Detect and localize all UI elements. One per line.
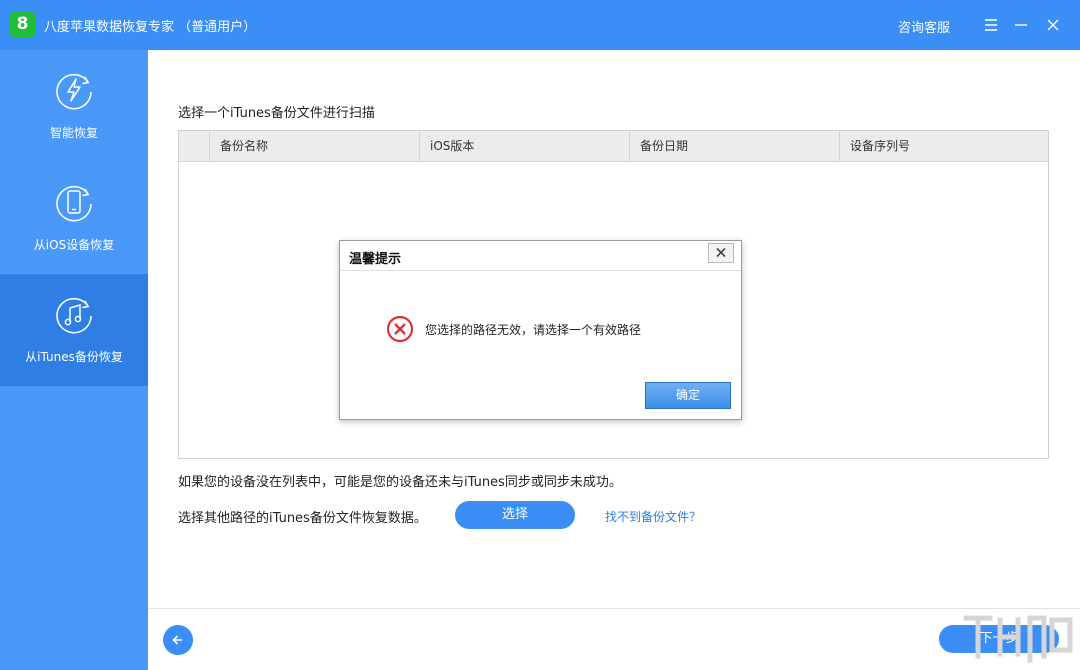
- error-icon: [386, 315, 414, 343]
- phone-refresh-icon: [56, 185, 92, 222]
- column-header-backup-date[interactable]: 备份日期: [629, 131, 839, 162]
- app-title: 八度苹果数据恢复专家 （普通用户）: [44, 20, 257, 35]
- dialog-title: 温馨提示: [349, 252, 402, 267]
- close-icon: [716, 247, 726, 258]
- arrow-left-icon: [172, 635, 182, 645]
- footer-divider: [148, 608, 1080, 609]
- column-header-backup-name[interactable]: 备份名称: [209, 131, 419, 162]
- cannot-find-backup-link[interactable]: 找不到备份文件？: [605, 508, 701, 525]
- column-header-ios-version[interactable]: iOS版本: [419, 131, 629, 162]
- sidebar-item-label: 从iOS设备恢复: [33, 238, 115, 252]
- menu-icon[interactable]: [978, 12, 1004, 38]
- title-bar: 8 八度苹果数据恢复专家 （普通用户） 咨询客服: [0, 0, 1080, 50]
- dialog-header: 温馨提示: [340, 241, 741, 271]
- back-button[interactable]: [163, 625, 193, 655]
- lightning-refresh-icon: [56, 73, 92, 110]
- sidebar: 智能恢复 从iOS设备恢复 从iTunes备份恢复: [0, 50, 148, 670]
- sidebar-item-itunes-backup[interactable]: 从iTunes备份恢复: [0, 274, 148, 386]
- customer-support-link[interactable]: 咨询客服: [898, 17, 950, 36]
- sidebar-item-label: 从iTunes备份恢复: [25, 350, 123, 364]
- sidebar-item-ios-device[interactable]: 从iOS设备恢复: [0, 162, 148, 274]
- column-header-device-serial[interactable]: 设备序列号: [839, 131, 1048, 162]
- table-header: 备份名称 iOS版本 备份日期 设备序列号: [179, 131, 1048, 162]
- table-header-checkbox-column: [179, 131, 209, 162]
- dialog-message: 您选择的路径无效，请选择一个有效路径: [425, 323, 642, 337]
- close-icon[interactable]: [1040, 12, 1066, 38]
- warning-dialog: 温馨提示 您选择的路径无效，请选择一个有效路径 确定: [339, 240, 742, 420]
- select-path-button[interactable]: 选择: [455, 501, 575, 529]
- section-title: 选择一个iTunes备份文件进行扫描: [178, 106, 375, 121]
- app-logo: 8: [10, 12, 35, 37]
- other-path-label: 选择其他路径的iTunes备份文件恢复数据。: [178, 511, 427, 526]
- sidebar-item-smart-recovery[interactable]: 智能恢复: [0, 50, 148, 162]
- dialog-close-button[interactable]: [708, 243, 734, 263]
- dialog-ok-button[interactable]: 确定: [645, 382, 731, 409]
- watermark-logo: [963, 615, 1073, 663]
- minimize-icon[interactable]: [1008, 12, 1034, 38]
- music-refresh-icon: [56, 297, 92, 334]
- sidebar-item-label: 智能恢复: [49, 126, 98, 140]
- device-not-listed-note: 如果您的设备没在列表中，可能是您的设备还未与iTunes同步或同步未成功。: [178, 475, 622, 490]
